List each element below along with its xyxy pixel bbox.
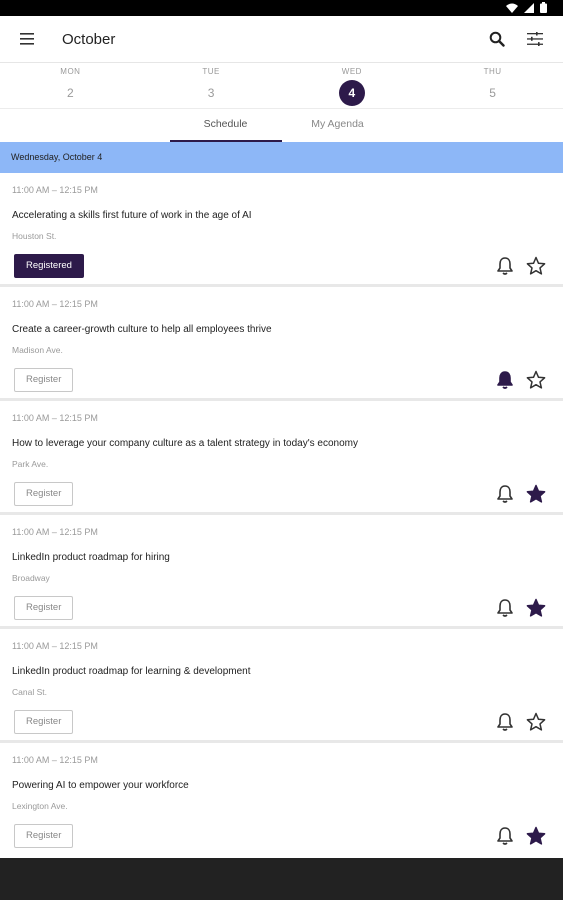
top-app-bar: October — [0, 16, 563, 63]
date-section-header: Wednesday, October 4 — [0, 142, 563, 173]
session-time: 11:00 AM – 12:15 PM — [12, 527, 98, 537]
day-wed[interactable]: WED 4 — [282, 63, 423, 108]
battery-icon — [540, 2, 547, 13]
session-card[interactable]: 11:00 AM – 12:15 PM LinkedIn product road… — [0, 515, 563, 626]
session-card[interactable]: 11:00 AM – 12:15 PM How to leverage your … — [0, 401, 563, 512]
star-icon[interactable] — [525, 255, 547, 277]
session-time: 11:00 AM – 12:15 PM — [12, 755, 98, 765]
day-name: WED — [341, 67, 362, 76]
bell-icon[interactable] — [494, 597, 516, 619]
signal-icon — [524, 2, 534, 13]
day-tue[interactable]: TUE 3 — [141, 63, 282, 108]
session-location: Park Ave. — [12, 459, 49, 469]
session-time: 11:00 AM – 12:15 PM — [12, 299, 98, 309]
session-card[interactable]: 11:00 AM – 12:15 PM Create a career-growt… — [0, 287, 563, 398]
tab-bar: Schedule My Agenda — [0, 109, 563, 142]
system-nav-bar — [0, 858, 563, 900]
session-time: 11:00 AM – 12:15 PM — [12, 185, 98, 195]
day-selector: MON 2 TUE 3 WED 4 THU 5 — [0, 63, 563, 109]
session-title: How to leverage your company culture as … — [12, 438, 358, 449]
star-icon[interactable] — [525, 825, 547, 847]
tab-schedule[interactable]: Schedule — [169, 109, 282, 142]
session-title: Powering AI to empower your workforce — [12, 780, 189, 791]
star-icon[interactable] — [525, 597, 547, 619]
day-number: 5 — [489, 86, 496, 100]
star-icon[interactable] — [525, 483, 547, 505]
day-name: TUE — [202, 67, 220, 76]
registered-button[interactable]: Registered — [14, 254, 84, 278]
bell-icon[interactable] — [494, 483, 516, 505]
session-title: LinkedIn product roadmap for hiring — [12, 552, 170, 563]
wifi-icon — [506, 3, 518, 13]
app-screen: October MON 2 TUE 3 WED 4 THU 5 Schedule… — [0, 16, 563, 858]
register-button[interactable]: Register — [14, 482, 74, 506]
day-number: 2 — [67, 86, 74, 100]
bell-icon[interactable] — [494, 711, 516, 733]
filter-icon[interactable] — [523, 27, 547, 51]
register-button[interactable]: Register — [14, 824, 74, 848]
session-location: Broadway — [12, 573, 50, 583]
day-number-selected: 4 — [338, 80, 365, 106]
day-number: 3 — [207, 86, 215, 100]
register-button[interactable]: Register — [14, 368, 74, 392]
star-icon[interactable] — [525, 369, 547, 391]
session-time: 11:00 AM – 12:15 PM — [12, 413, 98, 423]
session-card[interactable]: 11:00 AM – 12:15 PM Powering AI to empowe… — [0, 743, 563, 854]
session-location: Houston St. — [12, 231, 57, 241]
session-title: Create a career-growth culture to help a… — [12, 324, 272, 335]
bell-icon[interactable] — [494, 369, 516, 391]
day-mon[interactable]: MON 2 — [0, 63, 141, 108]
register-button[interactable]: Register — [14, 710, 74, 734]
session-location: Madison Ave. — [12, 345, 63, 355]
status-icons — [506, 2, 547, 13]
menu-icon[interactable] — [16, 27, 40, 51]
bell-icon[interactable] — [494, 255, 516, 277]
day-thu[interactable]: THU 5 — [422, 63, 563, 108]
day-name: THU — [483, 67, 502, 76]
session-title: Accelerating a skills first future of wo… — [12, 210, 252, 221]
session-card[interactable]: 11:00 AM – 12:15 PM LinkedIn product road… — [0, 629, 563, 740]
tab-my-agenda[interactable]: My Agenda — [282, 109, 394, 142]
session-list: 11:00 AM – 12:15 PM Accelerating a skills… — [0, 173, 563, 854]
session-location: Canal St. — [12, 687, 47, 697]
session-time: 11:00 AM – 12:15 PM — [12, 641, 98, 651]
star-icon[interactable] — [525, 711, 547, 733]
page-title: October — [62, 30, 116, 48]
bell-icon[interactable] — [494, 825, 516, 847]
session-card[interactable]: 11:00 AM – 12:15 PM Accelerating a skills… — [0, 173, 563, 284]
register-button[interactable]: Register — [14, 596, 74, 620]
day-name: MON — [60, 67, 81, 76]
session-location: Lexington Ave. — [12, 801, 68, 811]
search-icon[interactable] — [485, 27, 509, 51]
session-title: LinkedIn product roadmap for learning & … — [12, 666, 251, 677]
status-bar — [0, 0, 563, 16]
